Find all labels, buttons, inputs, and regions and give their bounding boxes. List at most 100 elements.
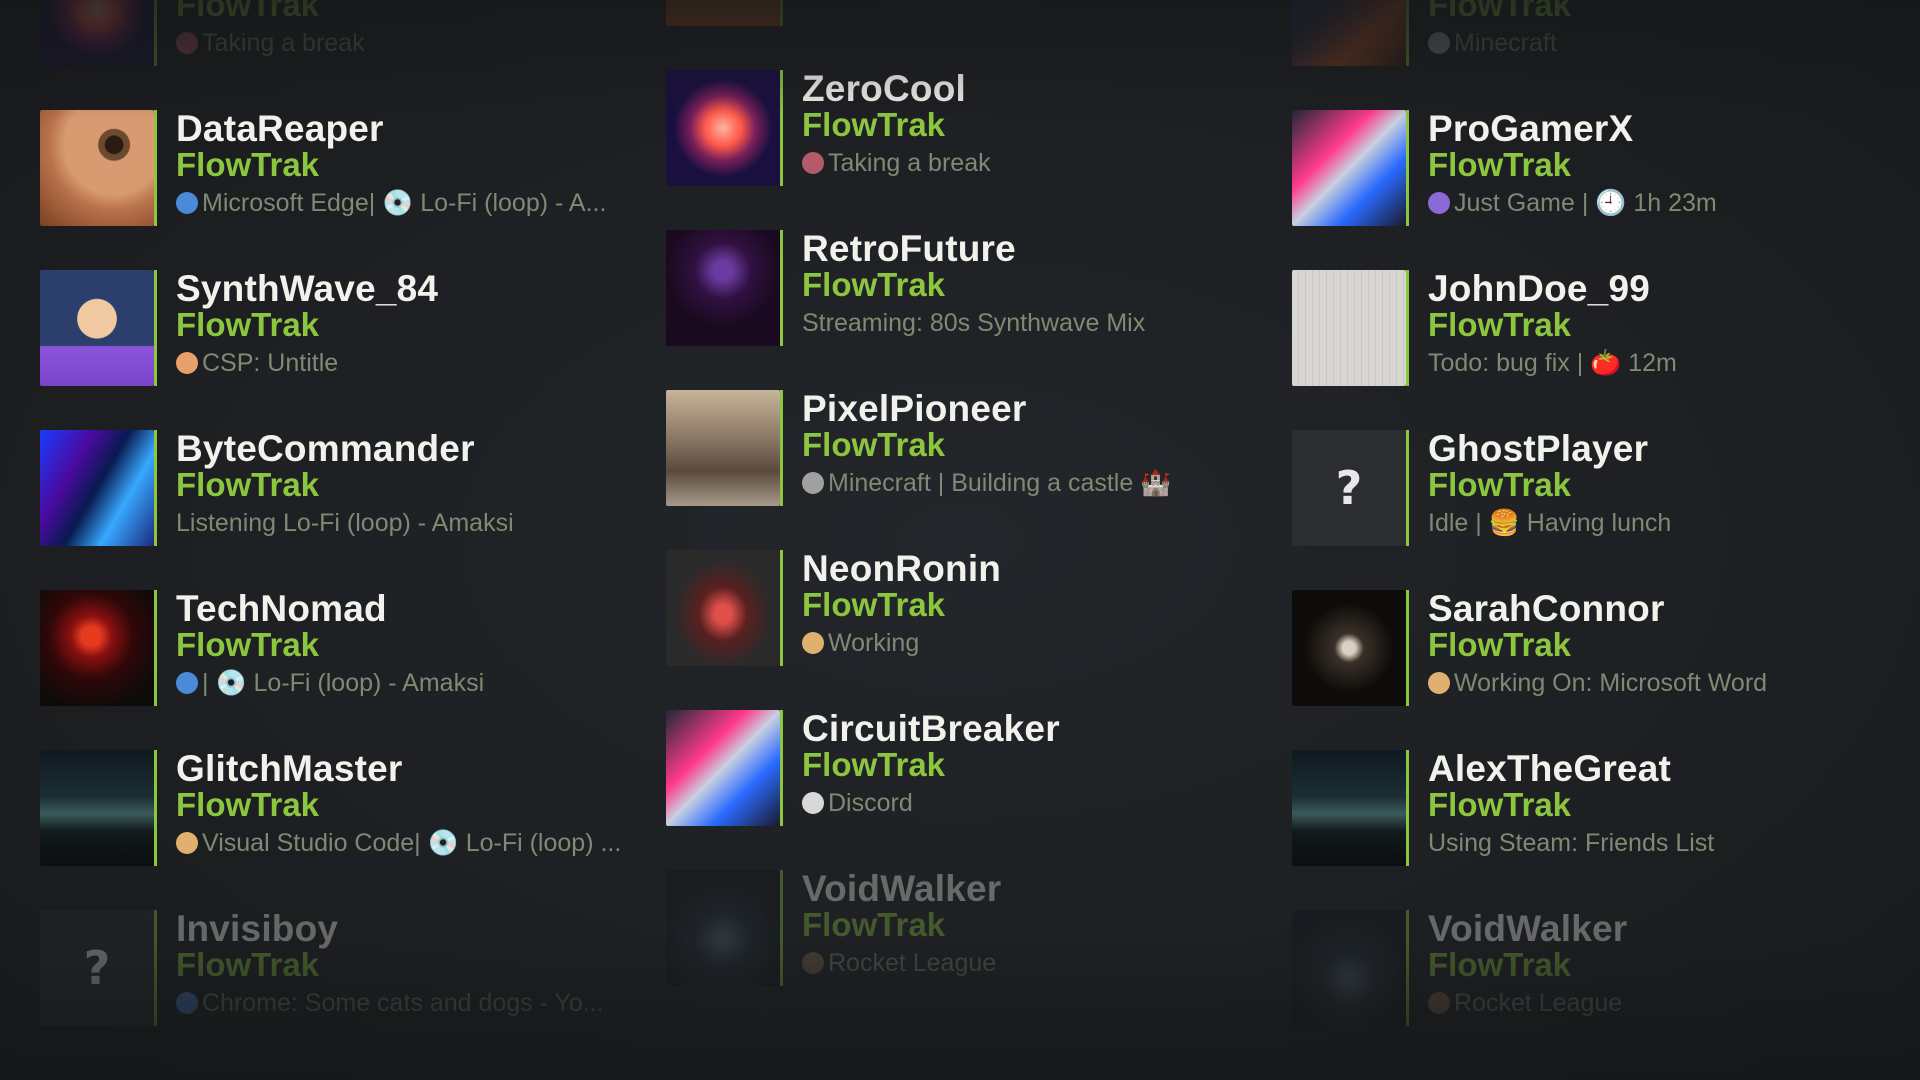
app-name: FlowTrak xyxy=(176,786,320,823)
avatar[interactable]: ? xyxy=(1292,430,1410,546)
user-card-text: ByteCommander FlowTrak Listening Lo-Fi (lo… xyxy=(176,430,514,538)
avatar-image xyxy=(666,550,780,666)
avatar[interactable] xyxy=(1292,750,1410,866)
username[interactable]: VoidWalker xyxy=(802,870,1001,908)
avatar[interactable] xyxy=(666,390,784,506)
avatar[interactable] xyxy=(40,270,158,386)
username[interactable]: JohnDoe_99 xyxy=(1428,270,1677,308)
activity-status: Visual Studio Code| 💿 Lo-Fi (loop) ... xyxy=(176,828,621,858)
user-card[interactable]: AlexTheGreat FlowTrak Using Steam: Friends… xyxy=(1292,750,1912,866)
avatar[interactable] xyxy=(666,870,784,986)
avatar[interactable] xyxy=(666,230,784,346)
avatar[interactable] xyxy=(666,70,784,186)
user-card[interactable]: RetroFuture FlowTrak Streaming: 80s Synthw… xyxy=(666,230,1286,346)
activity-status-text: Idle | 🍔 Having lunch xyxy=(1428,508,1672,537)
user-card-text: VoidWalker FlowTrak Rocket League xyxy=(802,870,1001,978)
avatar-image xyxy=(1292,590,1406,706)
username[interactable]: ZeroCool xyxy=(802,70,991,108)
user-card[interactable]: ProGamerX FlowTrak Just Game | 🕘 1h 23m xyxy=(1292,110,1912,226)
online-indicator-bar xyxy=(780,870,783,986)
username[interactable]: SynthWave_84 xyxy=(176,270,438,308)
user-card[interactable]: PixelPioneer FlowTrak Minecraft | Building… xyxy=(666,390,1286,506)
username[interactable]: VoidWalker xyxy=(1428,910,1627,948)
coffee-icon xyxy=(802,152,824,174)
avatar[interactable] xyxy=(666,550,784,666)
username[interactable]: RetroFuture xyxy=(802,230,1145,268)
online-indicator-bar xyxy=(154,910,157,1026)
app-name: FlowTrak xyxy=(176,306,320,343)
avatar-image xyxy=(1292,910,1406,1026)
user-card[interactable]: DataReaper FlowTrak Microsoft Edge| 💿 Lo-F… xyxy=(40,110,660,226)
coffee-icon xyxy=(176,32,198,54)
activity-status: Chrome: Some cats and dogs - Yo... xyxy=(176,988,604,1018)
activity-status: Taking a break xyxy=(176,28,365,58)
online-indicator-bar xyxy=(154,0,157,66)
avatar[interactable] xyxy=(40,110,158,226)
avatar[interactable] xyxy=(40,590,158,706)
online-indicator-bar xyxy=(780,550,783,666)
app-name: FlowTrak xyxy=(1428,786,1572,823)
user-card-text: DataReaper FlowTrak Microsoft Edge| 💿 Lo-F… xyxy=(176,110,606,218)
activity-column-middle: FlowTrakMicrosoft Edge| 💿 Lo-Fi (loop) -… xyxy=(666,0,1286,1080)
pickaxe-icon xyxy=(1428,32,1450,54)
username[interactable]: Invisiboy xyxy=(176,910,604,948)
username[interactable]: AlexTheGreat xyxy=(1428,750,1714,788)
avatar[interactable] xyxy=(1292,590,1410,706)
activity-status: Streaming: 80s Synthwave Mix xyxy=(802,308,1145,338)
user-card[interactable]: CircuitBreaker FlowTrak Discord xyxy=(666,710,1286,826)
avatar[interactable] xyxy=(666,710,784,826)
avatar[interactable] xyxy=(1292,910,1410,1026)
activity-status-text: Just Game | 🕘 1h 23m xyxy=(1454,188,1717,217)
avatar[interactable] xyxy=(1292,0,1410,66)
activity-status: Minecraft | Building a castle 🏰 xyxy=(802,468,1171,498)
user-card-text: PixelPioneer FlowTrak Minecraft | Building… xyxy=(802,390,1171,498)
activity-status: | 💿 Lo-Fi (loop) - Amaksi xyxy=(176,668,484,698)
user-card[interactable]: GlitchMaster FlowTrak Visual Studio Code| … xyxy=(40,750,660,866)
username[interactable]: GlitchMaster xyxy=(176,750,621,788)
username[interactable]: DataReaper xyxy=(176,110,606,148)
online-indicator-bar xyxy=(1406,910,1409,1026)
user-card[interactable]: ? GhostPlayer FlowTrak Idle | 🍔 Having lunc… xyxy=(1292,430,1912,546)
avatar[interactable]: ? xyxy=(40,910,158,1026)
user-card[interactable]: ByteCommander FlowTrak Listening Lo-Fi (lo… xyxy=(40,430,660,546)
avatar[interactable] xyxy=(40,750,158,866)
username[interactable]: SarahConnor xyxy=(1428,590,1767,628)
username[interactable]: ByteCommander xyxy=(176,430,514,468)
user-card[interactable]: VoidWalker FlowTrak Rocket League xyxy=(1292,910,1912,1026)
user-card[interactable]: NeonDreamerFlowTrakMinecraft xyxy=(1292,0,1912,66)
avatar[interactable] xyxy=(1292,110,1410,226)
avatar-image xyxy=(1292,0,1406,66)
username[interactable]: CircuitBreaker xyxy=(802,710,1060,748)
avatar[interactable] xyxy=(666,0,784,26)
app-name: FlowTrak xyxy=(176,146,320,183)
user-card-text: NeonDreamerFlowTrakMinecraft xyxy=(1428,0,1673,58)
online-indicator-bar xyxy=(780,0,783,26)
user-card[interactable]: FlowTrakMicrosoft Edge| 💿 Lo-Fi (loop) -… xyxy=(666,0,1286,26)
user-card[interactable]: ? Invisiboy FlowTrak Chrome: Some cats and … xyxy=(40,910,660,1026)
user-card[interactable]: SynthWave_84 FlowTrak CSP: Untitle xyxy=(40,270,660,386)
activity-status-text: Todo: bug fix | 🍅 12m xyxy=(1428,348,1677,377)
avatar[interactable] xyxy=(1292,270,1410,386)
username[interactable]: TechNomad xyxy=(176,590,484,628)
activity-status: Idle | 🍔 Having lunch xyxy=(1428,508,1671,538)
avatar[interactable] xyxy=(40,430,158,546)
username[interactable]: NeonRonin xyxy=(802,550,1001,588)
user-card[interactable]: TechNomad FlowTrak | 💿 Lo-Fi (loop) - Amak… xyxy=(40,590,660,706)
user-card[interactable]: SarahConnor FlowTrak Working On: Microsoft… xyxy=(1292,590,1912,706)
user-card[interactable]: JohnDoe_99 FlowTrak Todo: bug fix | 🍅 12m xyxy=(1292,270,1912,386)
activity-status: Taking a break xyxy=(802,148,991,178)
activity-status: Minecraft xyxy=(1428,28,1673,58)
user-card[interactable]: NeonRonin FlowTrak Working xyxy=(666,550,1286,666)
activity-status-text: Rocket League xyxy=(828,948,997,977)
user-card[interactable]: VoidWalker FlowTrak Rocket League xyxy=(666,870,1286,986)
activity-status: Using Steam: Friends List xyxy=(1428,828,1714,858)
username[interactable]: ProGamerX xyxy=(1428,110,1717,148)
avatar[interactable] xyxy=(40,0,158,66)
user-card[interactable]: ZeroCoolFlowTrakTaking a break xyxy=(40,0,660,66)
username[interactable]: PixelPioneer xyxy=(802,390,1171,428)
activity-status-text: Using Steam: Friends List xyxy=(1428,828,1715,857)
avatar-image xyxy=(666,230,780,346)
activity-status-text: Working xyxy=(828,628,920,657)
username[interactable]: GhostPlayer xyxy=(1428,430,1671,468)
user-card[interactable]: ZeroCoolFlowTrakTaking a break xyxy=(666,70,1286,186)
